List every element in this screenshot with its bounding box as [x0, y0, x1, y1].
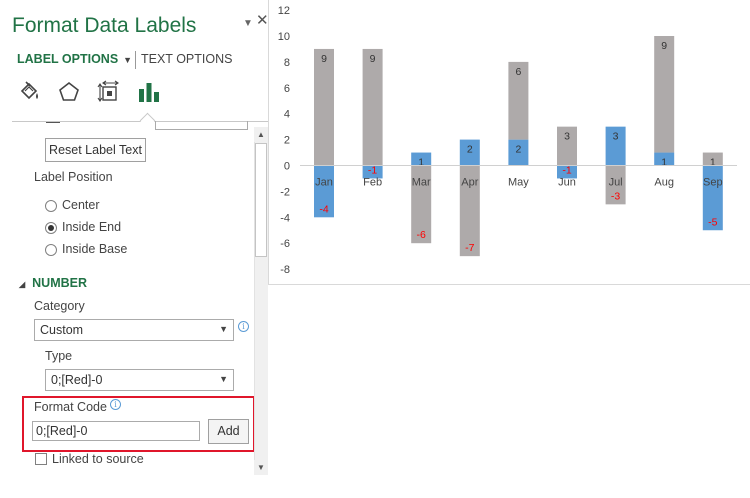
type-label: Type	[45, 349, 73, 363]
y-tick-label: 2	[284, 135, 290, 147]
x-tick-label: Jul	[609, 177, 623, 189]
data-label: 9	[370, 53, 376, 65]
data-label: -7	[465, 242, 474, 254]
number-section-header[interactable]: ◢ NUMBER	[19, 276, 87, 290]
scroll-down-icon[interactable]: ▼	[254, 460, 268, 475]
category-dropdown-value: Custom	[40, 323, 84, 337]
x-tick-label: Jan	[315, 177, 333, 189]
data-label: 2	[467, 144, 473, 156]
y-tick-label: -8	[280, 264, 290, 276]
data-label: -1	[562, 164, 571, 176]
x-tick-label: Aug	[654, 177, 674, 189]
x-tick-label: Feb	[363, 177, 382, 189]
add-button[interactable]: Add	[208, 419, 249, 444]
number-header-text: NUMBER	[32, 276, 88, 290]
tab-label-options[interactable]: LABEL OPTIONS ▼	[17, 52, 132, 66]
tab-label-options-text: LABEL OPTIONS	[17, 52, 119, 66]
info-icon[interactable]: i	[110, 399, 121, 410]
scrolled-partial-field	[155, 121, 248, 130]
y-tick-label: -2	[280, 186, 290, 198]
chevron-down-icon: ▼	[219, 324, 228, 334]
scroll-up-icon[interactable]: ▲	[254, 127, 268, 142]
data-label: 2	[515, 144, 521, 156]
x-tick-label: May	[508, 177, 529, 189]
category-label: Category	[34, 299, 85, 313]
collapse-triangle-icon: ◢	[19, 280, 26, 289]
radio-button-selected[interactable]	[45, 222, 57, 234]
type-dropdown[interactable]: 0;[Red]-0 ▼	[45, 369, 234, 391]
x-tick-label: Jun	[558, 177, 576, 189]
scrolled-partial-label	[46, 117, 60, 123]
data-label: 3	[564, 131, 570, 143]
radio-button[interactable]	[45, 200, 57, 212]
tab-divider	[135, 51, 136, 69]
x-tick-label: Apr	[461, 177, 478, 189]
data-label: -4	[319, 203, 328, 215]
radio-button[interactable]	[45, 244, 57, 256]
y-tick-label: -6	[280, 238, 290, 250]
x-tick-label: Sep	[703, 177, 723, 189]
radio-center-label: Center	[62, 198, 100, 212]
bar-series2[interactable]	[654, 36, 675, 153]
data-label: -3	[611, 190, 620, 202]
data-label: -5	[708, 216, 717, 228]
y-tick-label: 12	[278, 5, 290, 17]
pane-options-dropdown-icon[interactable]: ▼	[243, 18, 253, 29]
linked-to-source-label: Linked to source	[52, 452, 144, 466]
pane-title: Format Data Labels	[12, 14, 197, 37]
format-code-input[interactable]	[32, 421, 200, 441]
size-properties-icon[interactable]	[97, 80, 121, 104]
info-icon[interactable]: i	[238, 321, 249, 332]
bar-series2[interactable]	[314, 48, 334, 166]
data-label: 9	[321, 53, 327, 65]
format-code-label: Format Code	[34, 400, 107, 414]
y-tick-label: 8	[284, 57, 290, 69]
data-label: 1	[661, 157, 667, 169]
fill-line-icon[interactable]	[18, 80, 42, 104]
radio-inside-end-label: Inside End	[62, 220, 122, 234]
data-label: -1	[368, 164, 377, 176]
chevron-down-icon: ▼	[219, 374, 228, 384]
stacked-column-chart[interactable]: 121086420-2-4-6-8-4-112 2-131-59 9-6-763-3…	[268, 0, 750, 285]
label-position-title: Label Position	[34, 170, 113, 184]
category-dropdown[interactable]: Custom ▼	[34, 319, 234, 341]
selected-category-pointer	[139, 112, 156, 129]
bar-series2[interactable]	[362, 48, 383, 166]
data-label: 1	[710, 157, 716, 169]
tab-text-options[interactable]: TEXT OPTIONS	[141, 52, 232, 66]
linked-to-source-checkbox[interactable]	[35, 453, 47, 465]
effects-icon[interactable]	[57, 80, 81, 104]
data-label: 3	[613, 131, 619, 143]
type-dropdown-value: 0;[Red]-0	[51, 373, 103, 387]
y-tick-label: 6	[284, 83, 290, 95]
chevron-down-icon: ▼	[123, 55, 133, 65]
close-icon[interactable]: ✕	[256, 11, 269, 29]
y-tick-label: 10	[278, 31, 290, 43]
data-label: 6	[515, 66, 521, 78]
data-label: -6	[417, 229, 426, 241]
reset-label-text-button[interactable]: Reset Label Text	[45, 138, 146, 162]
y-tick-label: -4	[280, 212, 290, 224]
format-data-labels-pane: Format Data Labels ▼ ✕ LABEL OPTIONS ▼ TE…	[0, 0, 269, 498]
scrollbar-thumb[interactable]	[255, 143, 267, 257]
label-options-icon[interactable]	[137, 80, 161, 104]
x-tick-label: Mar	[412, 177, 431, 189]
radio-inside-base-label: Inside Base	[62, 242, 128, 256]
y-tick-label: 0	[284, 161, 290, 173]
y-tick-label: 4	[284, 109, 290, 121]
data-label: 9	[661, 40, 667, 52]
